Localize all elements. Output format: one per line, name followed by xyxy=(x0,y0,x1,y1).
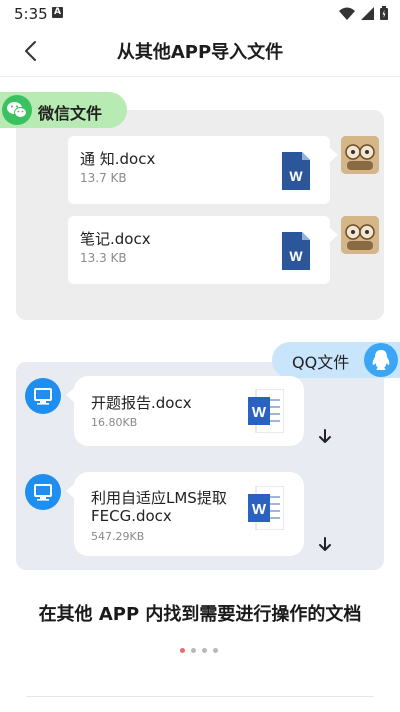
qq-files-label: QQ文件 xyxy=(292,353,350,372)
avatar xyxy=(341,216,379,254)
page-dot xyxy=(191,648,196,653)
svg-text:W: W xyxy=(289,168,303,184)
avatar xyxy=(341,136,379,174)
status-time: 5:35 xyxy=(14,5,48,23)
bubble-tail xyxy=(66,484,74,498)
page-indicator xyxy=(180,648,218,653)
page-dot xyxy=(202,648,207,653)
wechat-files-label: 微信文件 xyxy=(38,104,103,123)
qq-penguin-icon xyxy=(364,343,398,377)
file-size: 547.29KB xyxy=(91,530,145,543)
file-name-line-2: FECG.docx xyxy=(91,507,172,525)
status-icons xyxy=(339,6,388,20)
file-name: 通 知.docx xyxy=(80,150,156,168)
file-name: 开题报告.docx xyxy=(91,394,192,412)
computer-icon xyxy=(25,378,61,414)
svg-text:W: W xyxy=(289,248,303,264)
file-size: 13.7 KB xyxy=(80,171,127,185)
bubble-tail xyxy=(330,228,338,242)
notification-a-icon: A xyxy=(52,7,63,18)
word-doc-icon: W xyxy=(282,152,310,190)
download-arrow-icon[interactable] xyxy=(316,536,334,554)
svg-text:W: W xyxy=(252,404,267,421)
file-name: 笔记.docx xyxy=(80,230,151,248)
signal-icon xyxy=(361,6,374,20)
download-arrow-icon[interactable] xyxy=(316,428,334,446)
word-doc-icon: W xyxy=(248,486,284,530)
wechat-icon xyxy=(2,95,32,125)
page-title: 从其他APP导入文件 xyxy=(116,42,284,63)
word-doc-icon: W xyxy=(282,232,310,270)
footer-divider xyxy=(26,696,374,697)
bubble-tail xyxy=(66,388,74,402)
page-dot-active xyxy=(180,648,185,653)
computer-icon xyxy=(25,474,61,510)
page-dot xyxy=(213,648,218,653)
file-size: 16.80KB xyxy=(91,416,138,429)
file-size: 13.3 KB xyxy=(80,251,127,265)
onboarding-caption: 在其他 APP 内找到需要进行操作的文档 xyxy=(38,604,362,625)
battery-icon xyxy=(380,6,388,20)
bubble-tail xyxy=(330,148,338,162)
file-name-line-1: 利用自适应LMS提取 xyxy=(91,489,227,507)
svg-text:W: W xyxy=(252,501,267,518)
wifi-icon xyxy=(339,7,355,20)
word-doc-icon: W xyxy=(248,389,284,433)
header-divider xyxy=(0,76,400,77)
